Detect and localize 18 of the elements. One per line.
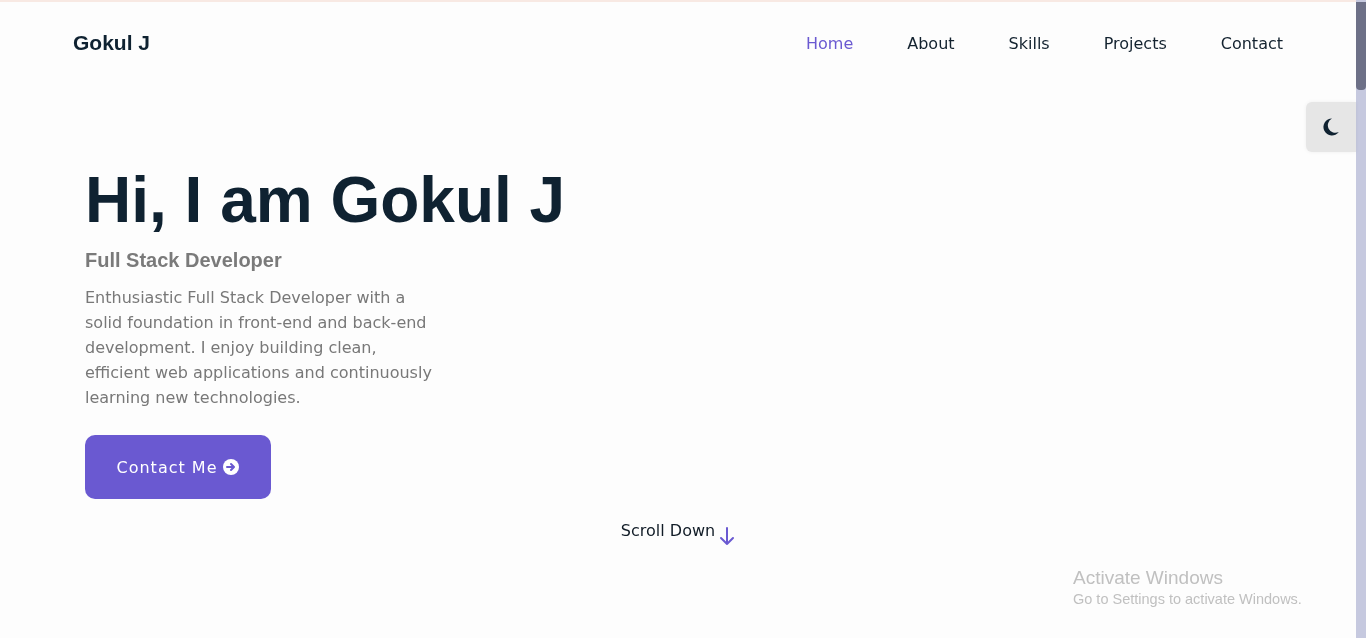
arrow-right-circle-icon [223, 459, 240, 475]
intro-paragraph: Enthusiastic Full Stack Developer with a solid foundation in front-end and back-end development. I enjoy building clean, efficient web applications and continuously learning new technologies. [85, 287, 433, 409]
scrollbar-thumb[interactable] [1356, 2, 1366, 90]
arrow-down-icon [719, 527, 736, 546]
scroll-down-link[interactable]: Scroll Down [620, 521, 736, 546]
site-logo[interactable]: Gokul J [73, 31, 151, 55]
hero-heading: Hi, I am Gokul J [85, 165, 566, 235]
activation-message: Go to Settings to activate Windows. [1073, 590, 1302, 609]
contact-button[interactable]: Contact Me [85, 435, 271, 499]
nav-link[interactable]: About [907, 33, 955, 53]
nav-link[interactable]: Home [806, 33, 854, 53]
moon-icon [1323, 118, 1339, 136]
nav-link[interactable]: Projects [1103, 33, 1167, 53]
nav-link[interactable]: Skills [1008, 33, 1050, 53]
theme-toggle-button[interactable] [1306, 102, 1356, 152]
activation-title: Activate Windows [1073, 566, 1223, 590]
role-subtitle: Full Stack Developer [85, 248, 282, 273]
nav-link[interactable]: Contact [1220, 33, 1283, 53]
